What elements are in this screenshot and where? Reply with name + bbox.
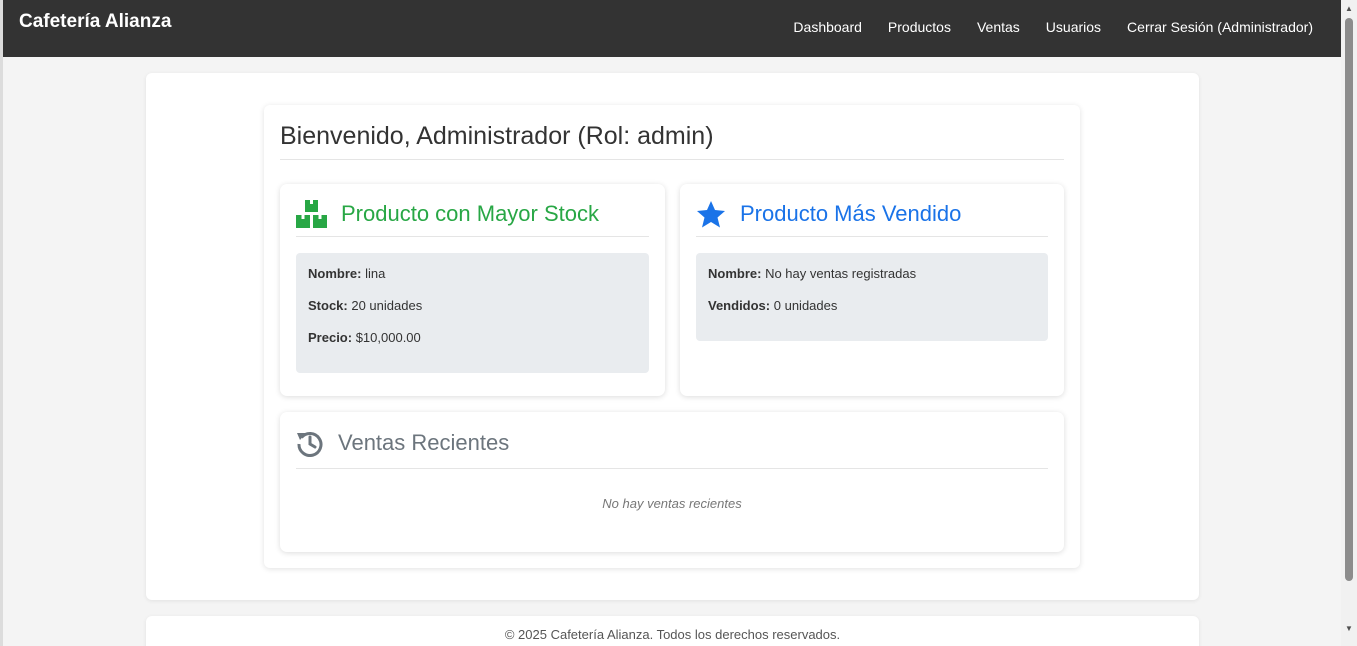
- stock-qty-value: 20 unidades: [351, 298, 423, 313]
- top-stock-divider: [296, 236, 649, 237]
- top-stock-header: Producto con Mayor Stock: [296, 200, 599, 228]
- stock-price-row: Precio: $10,000.00: [308, 330, 637, 362]
- sold-qty-row: Vendidos: 0 unidades: [708, 298, 1036, 330]
- top-stock-title: Producto con Mayor Stock: [341, 201, 600, 226]
- recent-sales-card: Ventas Recientes No hay ventas recientes: [280, 412, 1064, 552]
- top-sold-divider: [696, 236, 1048, 237]
- page-footer: © 2025 Cafetería Alianza. Todos los dere…: [146, 616, 1199, 646]
- scroll-up-icon[interactable]: ▲: [1341, 2, 1357, 16]
- recent-sales-header: Ventas Recientes: [296, 429, 509, 457]
- star-icon: [696, 200, 726, 228]
- sold-qty-label: Vendidos:: [708, 298, 771, 313]
- nav-usuarios-link[interactable]: Usuarios: [1046, 19, 1101, 35]
- nav-ventas-link[interactable]: Ventas: [977, 19, 1020, 35]
- stock-name-value: lina: [365, 266, 386, 281]
- scroll-down-icon[interactable]: ▼: [1341, 622, 1357, 636]
- welcome-divider: [280, 159, 1064, 160]
- history-icon: [296, 429, 324, 457]
- boxes-icon: [296, 200, 327, 228]
- recent-sales-divider: [296, 468, 1048, 469]
- top-navbar: Cafetería Alianza Dashboard Productos Ve…: [3, 0, 1341, 57]
- footer-copyright: © 2025 Cafetería Alianza. Todos los dere…: [504, 627, 841, 642]
- no-recent-sales-message: No hay ventas recientes: [602, 496, 742, 511]
- nav-menu: Dashboard Productos Ventas Usuarios Cerr…: [793, 19, 1313, 35]
- stock-name-label: Nombre:: [308, 266, 362, 281]
- sold-name-label: Nombre:: [708, 266, 762, 281]
- top-sold-card: Producto Más Vendido Nombre: No hay vent…: [680, 184, 1064, 396]
- brand-logo-text[interactable]: Cafetería Alianza: [19, 11, 171, 33]
- stock-qty-label: Stock:: [308, 298, 348, 313]
- top-stock-card: Producto con Mayor Stock Nombre: lina St…: [280, 184, 665, 396]
- vertical-scrollbar[interactable]: ▲ ▼: [1341, 0, 1357, 646]
- window-edge: [0, 0, 3, 646]
- welcome-heading: Bienvenido, Administrador (Rol: admin): [280, 122, 714, 150]
- top-sold-header: Producto Más Vendido: [696, 200, 961, 228]
- top-sold-title: Producto Más Vendido: [740, 201, 962, 226]
- sold-name-value: No hay ventas registradas: [765, 266, 917, 281]
- scroll-thumb[interactable]: [1345, 18, 1353, 581]
- nav-productos-link[interactable]: Productos: [888, 19, 951, 35]
- recent-sales-title: Ventas Recientes: [338, 430, 510, 455]
- dashboard-panel: Bienvenido, Administrador (Rol: admin) P…: [264, 105, 1080, 568]
- stock-price-label: Precio:: [308, 330, 353, 345]
- top-sold-details: Nombre: No hay ventas registradas Vendid…: [696, 253, 1048, 341]
- nav-logout-link[interactable]: Cerrar Sesión (Administrador): [1127, 19, 1313, 35]
- top-stock-details: Nombre: lina Stock: 20 unidades Precio: …: [296, 253, 649, 373]
- stock-name-row: Nombre: lina: [308, 266, 637, 298]
- main-container: Bienvenido, Administrador (Rol: admin) P…: [146, 73, 1199, 600]
- stock-price-value: $10,000.00: [355, 330, 421, 345]
- sold-name-row: Nombre: No hay ventas registradas: [708, 266, 1036, 298]
- stock-qty-row: Stock: 20 unidades: [308, 298, 637, 330]
- sold-qty-value: 0 unidades: [773, 298, 838, 313]
- nav-dashboard-link[interactable]: Dashboard: [793, 19, 862, 35]
